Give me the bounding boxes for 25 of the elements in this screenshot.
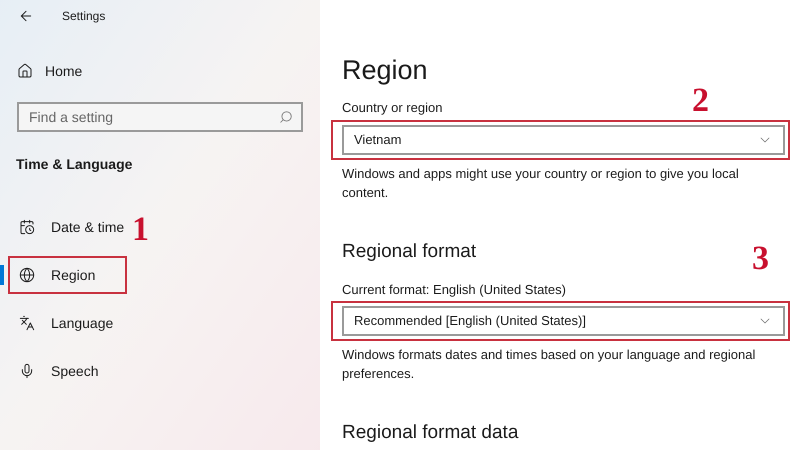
dropdown[interactable]: Vietnam <box>342 124 785 154</box>
field-label: Current format: English (United States) <box>342 280 566 299</box>
window-title: Settings <box>62 8 106 25</box>
globe-icon <box>19 267 35 283</box>
calendar-icon <box>19 219 35 235</box>
description: Windows and apps might use your country or region to give you local content. <box>342 164 740 202</box>
annotation-number: 1 <box>132 213 149 247</box>
home-item[interactable]: Home <box>17 56 320 86</box>
field-label: Country or region <box>342 99 442 117</box>
description: Windows formats dates and times based on your language and regional preferences. <box>342 346 756 383</box>
annotation-number: 3 <box>752 242 769 276</box>
language-icon <box>19 315 35 331</box>
nav-item[interactable]: Speech <box>8 352 130 390</box>
section-heading: Regional format <box>342 240 476 264</box>
microphone-icon <box>19 363 35 379</box>
search-field[interactable]: Find a setting <box>17 102 303 132</box>
search-icon <box>279 110 293 124</box>
section-heading: Time & Language <box>16 155 134 174</box>
home-icon <box>17 63 33 79</box>
nav-item[interactable]: Region <box>8 256 128 294</box>
annotation-number: 2 <box>692 84 709 118</box>
nav-item[interactable]: Language <box>8 304 146 342</box>
dropdown[interactable]: Recommended [English (United States)] <box>342 306 785 336</box>
page-title: Region <box>342 54 429 87</box>
section-heading: Regional format data <box>342 421 520 445</box>
